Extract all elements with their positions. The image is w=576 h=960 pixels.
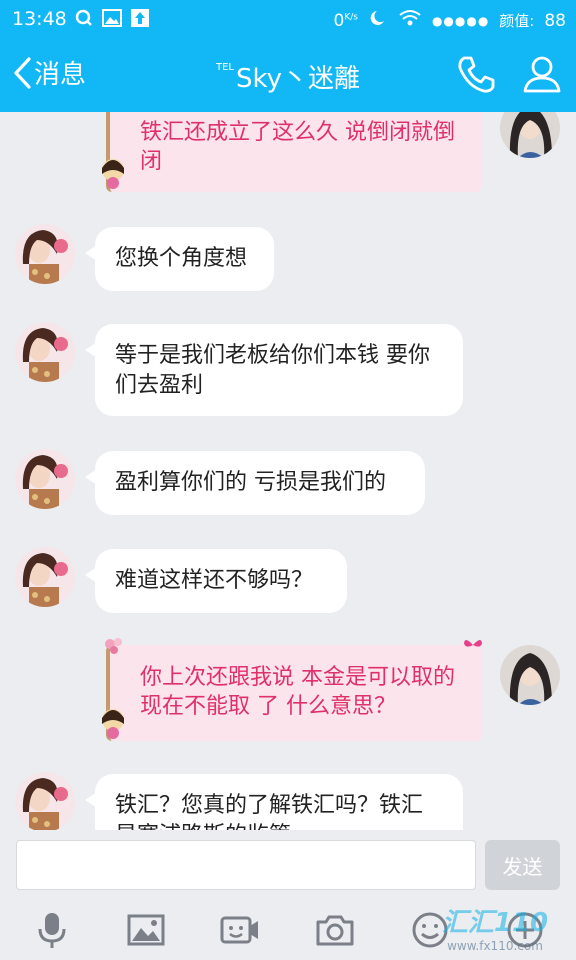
message-bubble-incoming[interactable]: 等于是我们老板给你们本钱 要你们去盈利 [85,324,463,416]
qq-notification-icon [74,8,94,28]
camera-icon[interactable] [315,910,355,950]
battery-level: 88 [544,10,566,31]
message-bubble-outgoing[interactable]: 铁汇还成立了这么久 说倒闭就倒闭 [106,112,482,192]
phone-call-button[interactable] [456,54,496,94]
message-input[interactable] [16,840,476,890]
contact-avatar[interactable] [15,224,75,284]
profile-button[interactable] [522,54,562,94]
contact-avatar[interactable] [15,547,75,607]
message-bubble-incoming[interactable]: 您换个角度想 [85,227,274,291]
message-bubble-incoming[interactable]: 铁汇？您真的了解铁汇吗？铁汇是塞浦路斯的监管 [85,774,463,830]
wifi-icon [398,8,422,33]
message-bubble-outgoing[interactable]: 你上次还跟我说 本金是可以取的 现在不能取 了 什么意思？ [106,645,482,741]
watermark: 汇汇110 www.fx110.com [441,908,549,953]
microphone-icon[interactable] [32,910,72,950]
phone-icon [458,56,495,93]
carrier-label: 颜值: [499,12,535,30]
contact-avatar[interactable] [15,772,75,830]
download-notification-icon [130,8,150,28]
image-notification-icon [102,8,122,28]
pendant-decoration [98,706,128,740]
contact-avatar[interactable] [15,322,75,382]
status-bar: 13:48 0K/s ●●●●● 颜值: 88 [0,0,576,38]
message-list[interactable]: 铁汇还成立了这么久 说倒闭就倒闭 您换个角度想 等于是我们老板给你们本钱 要你们… [0,112,576,830]
image-icon[interactable] [126,910,166,950]
flower-decoration [100,634,130,668]
person-icon [523,56,561,93]
signal-dots: ●●●●● [431,13,490,28]
pendant-decoration [98,156,128,190]
chat-header: 消息 TELSky丶迷離 [0,38,576,112]
input-bar: 发送 [0,830,576,898]
my-avatar[interactable] [500,112,560,158]
video-icon[interactable] [220,910,260,950]
network-speed: 0K/s [333,10,358,31]
my-avatar[interactable] [500,645,560,705]
send-button[interactable]: 发送 [485,840,560,890]
moon-icon [368,9,388,32]
message-bubble-incoming[interactable]: 难道这样还不够吗？ [85,549,347,613]
butterfly-decoration [462,634,492,668]
message-bubble-incoming[interactable]: 盈利算你们的 亏损是我们的 [85,451,425,515]
contact-avatar[interactable] [15,449,75,509]
status-time: 13:48 [12,8,67,30]
